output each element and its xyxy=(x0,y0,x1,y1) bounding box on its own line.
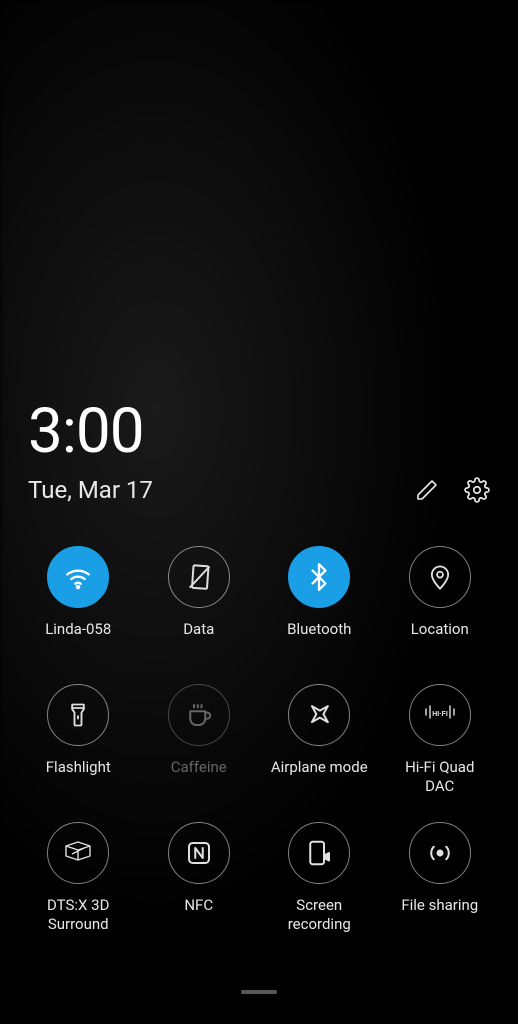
tile-fileshare[interactable]: File sharing xyxy=(390,822,491,934)
tile-label: DTS:X 3D Surround xyxy=(28,896,129,934)
dts-icon xyxy=(47,822,109,884)
tile-nfc[interactable]: NFC xyxy=(149,822,250,934)
nfc-icon xyxy=(168,822,230,884)
tile-caffeine[interactable]: Caffeine xyxy=(149,684,250,796)
gear-icon xyxy=(464,477,490,503)
hifi-icon: HI·FI xyxy=(409,684,471,746)
caffeine-icon xyxy=(168,684,230,746)
bluetooth-icon xyxy=(288,546,350,608)
tiles-grid: Linda-058 Data Bluetooth Location Flashlight… xyxy=(28,546,490,934)
data-icon xyxy=(168,546,230,608)
tile-label: Linda-058 xyxy=(45,620,111,658)
tile-dts[interactable]: DTS:X 3D Surround xyxy=(28,822,129,934)
tile-label: Airplane mode xyxy=(271,758,368,796)
wifi-icon xyxy=(47,546,109,608)
tile-wifi[interactable]: Linda-058 xyxy=(28,546,129,658)
tile-label: Caffeine xyxy=(171,758,227,796)
quick-settings-panel: 3:00 Tue, Mar 17 Linda-058DataBluetoothL… xyxy=(0,0,518,1024)
drag-handle[interactable] xyxy=(241,990,277,994)
fileshare-icon xyxy=(409,822,471,884)
tile-label: Data xyxy=(183,620,214,658)
svg-text:HI·FI: HI·FI xyxy=(432,711,448,718)
tile-hifi[interactable]: HI·FI Hi-Fi Quad DAC xyxy=(390,684,491,796)
tile-flashlight[interactable]: Flashlight xyxy=(28,684,129,796)
tile-label: Screen recording xyxy=(269,896,370,934)
pencil-icon xyxy=(415,478,439,502)
header-actions xyxy=(414,477,490,503)
tile-screenrec[interactable]: Screen recording xyxy=(269,822,370,934)
tile-label: Bluetooth xyxy=(287,620,351,658)
tile-location[interactable]: Location xyxy=(390,546,491,658)
tile-bluetooth[interactable]: Bluetooth xyxy=(269,546,370,658)
tile-data[interactable]: Data xyxy=(149,546,250,658)
airplane-icon xyxy=(288,684,350,746)
tile-label: File sharing xyxy=(401,896,478,934)
tile-label: Hi-Fi Quad DAC xyxy=(390,758,491,796)
tile-label: NFC xyxy=(184,896,213,934)
location-icon xyxy=(409,546,471,608)
tile-label: Location xyxy=(411,620,469,658)
settings-button[interactable] xyxy=(464,477,490,503)
clock-date: Tue, Mar 17 xyxy=(28,476,153,504)
flashlight-icon xyxy=(47,684,109,746)
date-row: Tue, Mar 17 xyxy=(28,476,490,504)
tile-airplane[interactable]: Airplane mode xyxy=(269,684,370,796)
tile-label: Flashlight xyxy=(46,758,111,796)
screenrec-icon xyxy=(288,822,350,884)
clock-time: 3:00 xyxy=(28,0,490,468)
edit-button[interactable] xyxy=(414,477,440,503)
